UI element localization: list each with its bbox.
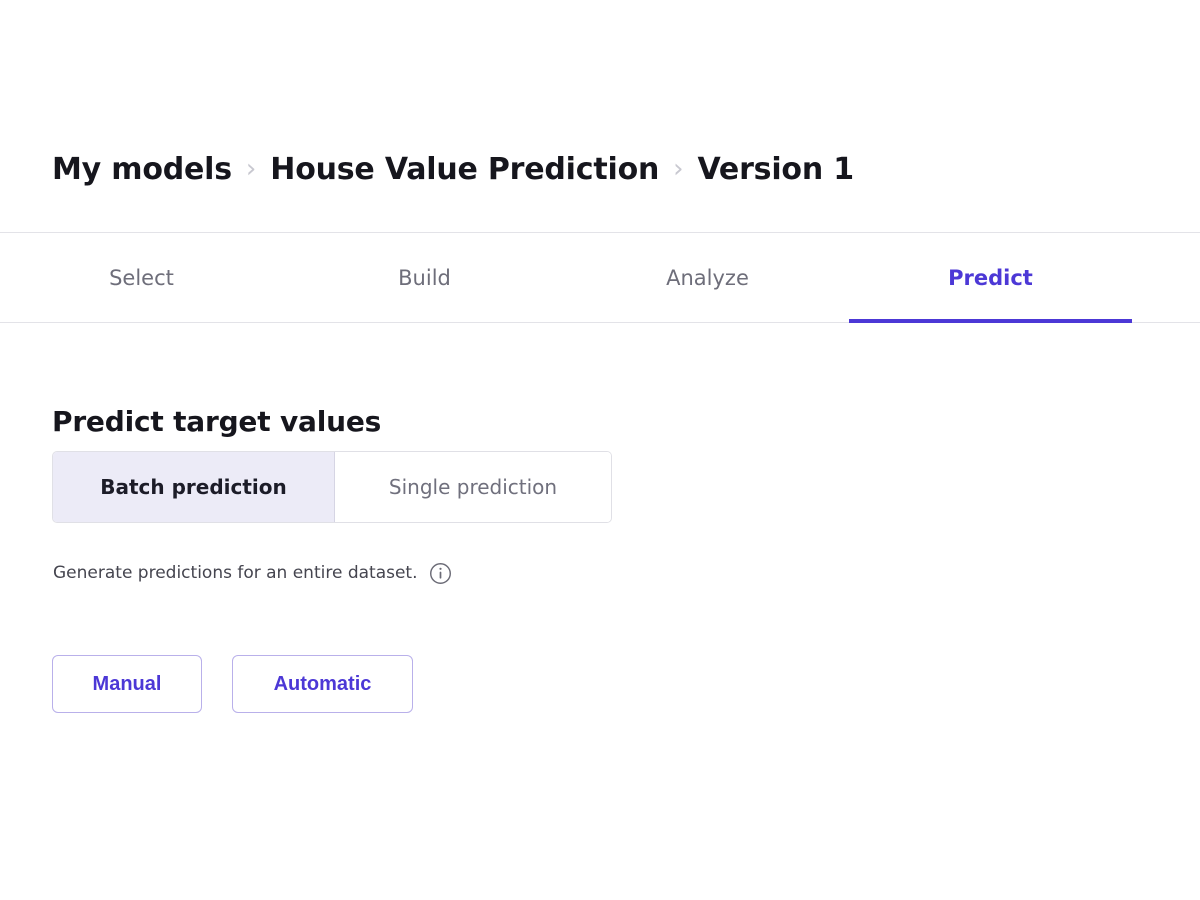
breadcrumb-item-version-1[interactable]: Version 1 [698,155,855,185]
tab-predict[interactable]: Predict [849,233,1132,323]
mode-description-text: Generate predictions for an entire datas… [53,563,418,584]
automatic-button[interactable]: Automatic [232,655,413,713]
manual-button[interactable]: Manual [52,655,202,713]
breadcrumb-item-house-value-prediction[interactable]: House Value Prediction [270,155,659,185]
tab-select[interactable]: Select [0,233,283,322]
toggle-option-single-prediction[interactable]: Single prediction [335,452,611,522]
tab-build[interactable]: Build [283,233,566,322]
page-title: Predict target values [52,404,382,438]
breadcrumb-separator-icon: › [673,154,684,184]
breadcrumb-item-my-models[interactable]: My models [52,155,232,185]
breadcrumb: My models › House Value Prediction › Ver… [52,155,854,185]
toggle-option-batch-prediction[interactable]: Batch prediction [53,452,335,522]
mode-description: Generate predictions for an entire datas… [53,562,452,585]
info-circle-icon[interactable] [429,562,452,585]
tab-bar: Select Build Analyze Predict [0,232,1200,323]
prediction-mode-toggle: Batch prediction Single prediction [52,451,612,523]
page-root: My models › House Value Prediction › Ver… [0,0,1200,900]
breadcrumb-separator-icon: › [245,154,257,184]
prediction-action-buttons: Manual Automatic [52,655,413,713]
tab-analyze[interactable]: Analyze [566,233,849,322]
